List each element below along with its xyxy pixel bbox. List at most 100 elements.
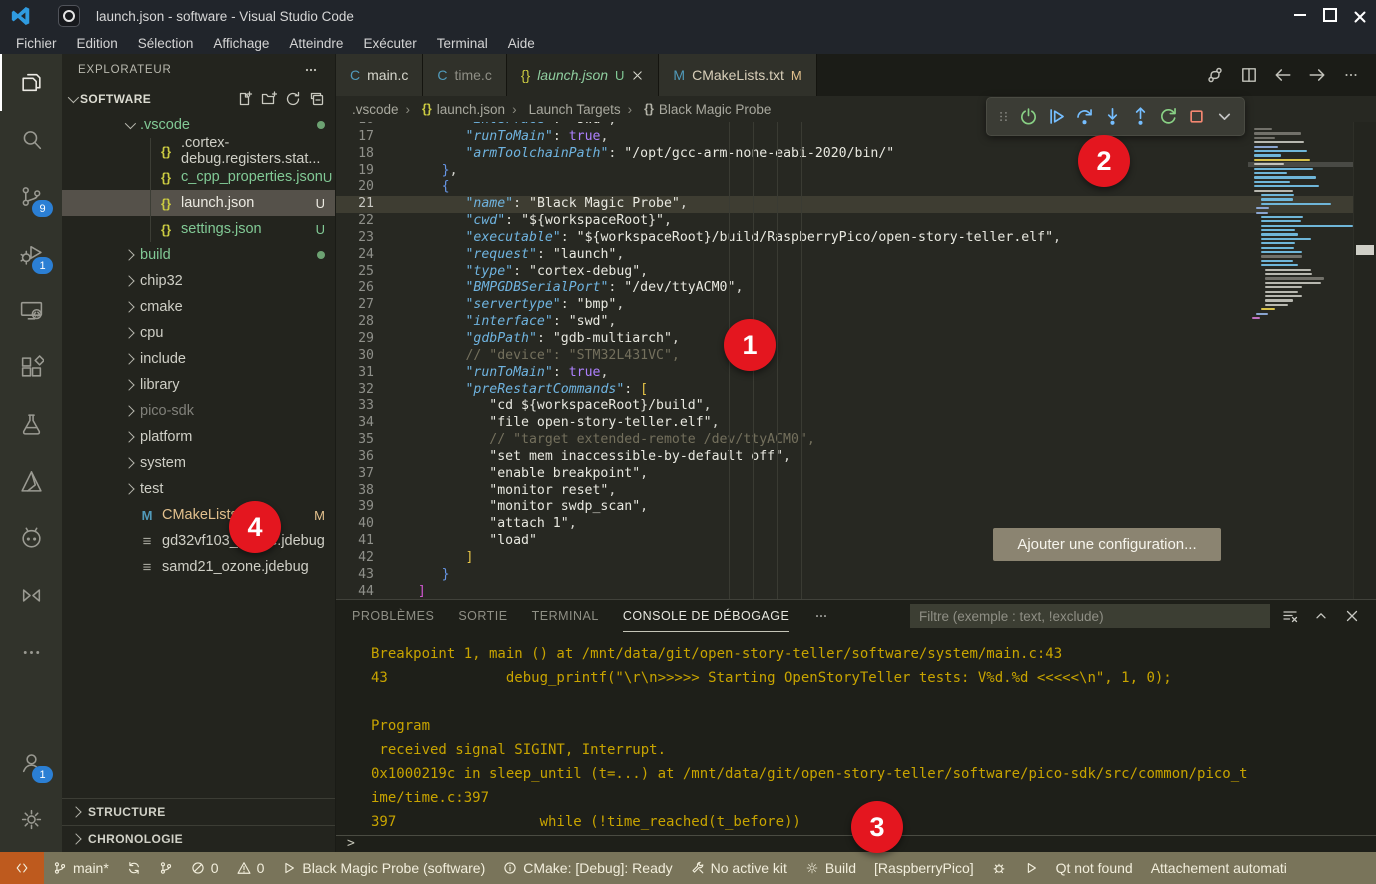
menu-item-terminal[interactable]: Terminal — [427, 36, 498, 51]
split-editor-icon[interactable] — [1240, 66, 1258, 84]
editor-scrollbar[interactable] — [1353, 122, 1376, 599]
status-item-build[interactable]: Build — [796, 852, 865, 884]
section-structure[interactable]: STRUCTURE — [62, 798, 335, 825]
activity-item-source-control[interactable]: 9 — [0, 168, 62, 225]
more-icon[interactable] — [813, 608, 829, 624]
add-configuration-button[interactable]: Ajouter une configuration... — [993, 528, 1221, 561]
workspace-section-header[interactable]: SOFTWARE — [62, 86, 335, 112]
minimap[interactable] — [1248, 127, 1354, 320]
activity-item-files[interactable] — [0, 54, 62, 111]
close-button[interactable] — [1348, 3, 1372, 27]
panel-tab-probl-mes[interactable]: PROBLÈMES — [352, 600, 434, 632]
tree-item-chip32[interactable]: chip32 — [62, 268, 335, 294]
continue-icon[interactable] — [1047, 107, 1066, 126]
tree-item-samd21-ozone-jdebug[interactable]: ≡samd21_ozone.jdebug — [62, 554, 335, 580]
activity-item-more[interactable] — [0, 624, 62, 681]
status-item-0[interactable]: 0 — [182, 852, 228, 884]
step-over-icon[interactable] — [1075, 107, 1094, 126]
menu-item-edition[interactable]: Edition — [67, 36, 128, 51]
new-folder-icon[interactable] — [261, 91, 277, 107]
tab-time-c[interactable]: Ctime.c — [423, 54, 506, 96]
tab-launch-json[interactable]: {}launch.jsonU — [507, 54, 660, 96]
tree-item-test[interactable]: test — [62, 476, 335, 502]
tree-item-settings-json[interactable]: {}settings.jsonU — [62, 216, 335, 242]
chevron-down-icon[interactable] — [1215, 107, 1234, 126]
console-filter-input[interactable] — [910, 604, 1270, 628]
panel-tab-console-de-d-bogage[interactable]: CONSOLE DE DÉBOGAGE — [623, 600, 789, 632]
chevron-up-icon[interactable] — [1313, 608, 1329, 624]
step-into-icon[interactable] — [1103, 107, 1122, 126]
breadcrumb-item[interactable]: .vscode — [352, 102, 399, 117]
clear-console-icon[interactable] — [1282, 608, 1298, 624]
refresh-icon[interactable] — [285, 91, 301, 107]
stop-icon[interactable] — [1187, 107, 1206, 126]
more-icon[interactable] — [1342, 66, 1360, 84]
menu-item-exécuter[interactable]: Exécuter — [353, 36, 426, 51]
step-out-icon[interactable] — [1131, 107, 1150, 126]
status-item-main-[interactable]: main* — [44, 852, 118, 884]
menu-item-aide[interactable]: Aide — [498, 36, 545, 51]
status-item-qt-not-found[interactable]: Qt not found — [1047, 852, 1142, 884]
activity-item-account[interactable]: 1 — [0, 734, 62, 791]
status-item-bug[interactable] — [983, 852, 1015, 884]
arrow-right-icon[interactable] — [1308, 66, 1326, 84]
tree-item--cortex-debug-registers-stat-[interactable]: {}.cortex-debug.registers.stat... — [62, 138, 335, 164]
tree-item-cmakelists-txt[interactable]: MCMakeLists.txtM — [62, 502, 335, 528]
activity-item-extensions[interactable] — [0, 339, 62, 396]
tree-item-launch-json[interactable]: {}launch.jsonU — [62, 190, 335, 216]
activity-item-cmake[interactable] — [0, 453, 62, 510]
menu-item-fichier[interactable]: Fichier — [6, 36, 67, 51]
activity-item-remote-explorer[interactable] — [0, 282, 62, 339]
menu-item-sélection[interactable]: Sélection — [128, 36, 204, 51]
tree-item-include[interactable]: include — [62, 346, 335, 372]
activity-item-platformio[interactable] — [0, 510, 62, 567]
breadcrumb-item[interactable]: {}Black Magic Probe — [621, 102, 772, 117]
status-item-attachement-automati[interactable]: Attachement automati — [1142, 852, 1296, 884]
status-item-0[interactable]: 0 — [228, 852, 274, 884]
section-chronologie[interactable]: CHRONOLOGIE — [62, 825, 335, 852]
new-file-icon[interactable] — [237, 91, 253, 107]
close-icon[interactable] — [1344, 608, 1360, 624]
tree-item-build[interactable]: build — [62, 242, 335, 268]
breadcrumb-item[interactable]: Launch Targets — [505, 102, 621, 117]
collapse-all-icon[interactable] — [309, 91, 325, 107]
status-item-cmake-debug-ready[interactable]: CMake: [Debug]: Ready — [494, 852, 681, 884]
activity-item-search[interactable] — [0, 111, 62, 168]
tree-item-cmake[interactable]: cmake — [62, 294, 335, 320]
minimize-button[interactable] — [1288, 3, 1312, 27]
code-editor[interactable]: 16 "interface": "swd",17 "runToMain": tr… — [336, 122, 1376, 599]
tree-item-platform[interactable]: platform — [62, 424, 335, 450]
maximize-button[interactable] — [1318, 3, 1342, 27]
activity-item-run-debug[interactable]: 1 — [0, 225, 62, 282]
tab-main-c[interactable]: Cmain.c — [336, 54, 423, 96]
open-changes-icon[interactable] — [1206, 66, 1224, 84]
power-icon[interactable] — [1019, 107, 1038, 126]
arrow-left-icon[interactable] — [1274, 66, 1292, 84]
status-item-git-branch[interactable] — [150, 852, 182, 884]
tab-cmakelists-txt[interactable]: MCMakeLists.txtM — [659, 54, 816, 96]
explorer-more-icon[interactable] — [303, 62, 319, 78]
status-item-no-active-kit[interactable]: No active kit — [682, 852, 796, 884]
menu-item-atteindre[interactable]: Atteindre — [279, 36, 353, 51]
activity-item-test-beaker[interactable] — [0, 396, 62, 453]
restart-icon[interactable] — [1159, 107, 1178, 126]
status-item-play[interactable] — [1015, 852, 1047, 884]
tree-item-gd32vf103-ozone-jdebug[interactable]: ≡gd32vf103_ozone.jdebug — [62, 528, 335, 554]
breadcrumb-item[interactable]: {}launch.json — [399, 102, 506, 117]
panel-tab-terminal[interactable]: TERMINAL — [532, 600, 599, 632]
tree-item-cpu[interactable]: cpu — [62, 320, 335, 346]
close-icon[interactable] — [631, 69, 644, 82]
status-item-black-magic-probe-software-[interactable]: Black Magic Probe (software) — [273, 852, 494, 884]
menu-item-affichage[interactable]: Affichage — [203, 36, 279, 51]
tree-item-system[interactable]: system — [62, 450, 335, 476]
activity-item-visual-studio[interactable] — [0, 567, 62, 624]
tree-item-c-cpp-properties-json[interactable]: {}c_cpp_properties.jsonU — [62, 164, 335, 190]
status-item-remote[interactable] — [0, 852, 44, 884]
panel-tab-sortie[interactable]: SORTIE — [458, 600, 507, 632]
tree-item-library[interactable]: library — [62, 372, 335, 398]
status-item-sync[interactable] — [118, 852, 150, 884]
tree-item-pico-sdk[interactable]: pico-sdk — [62, 398, 335, 424]
scrollbar-handle[interactable] — [1356, 245, 1374, 255]
status-item--raspberrypico-[interactable]: [RaspberryPico] — [865, 852, 983, 884]
activity-item-settings-gear[interactable] — [0, 791, 62, 848]
